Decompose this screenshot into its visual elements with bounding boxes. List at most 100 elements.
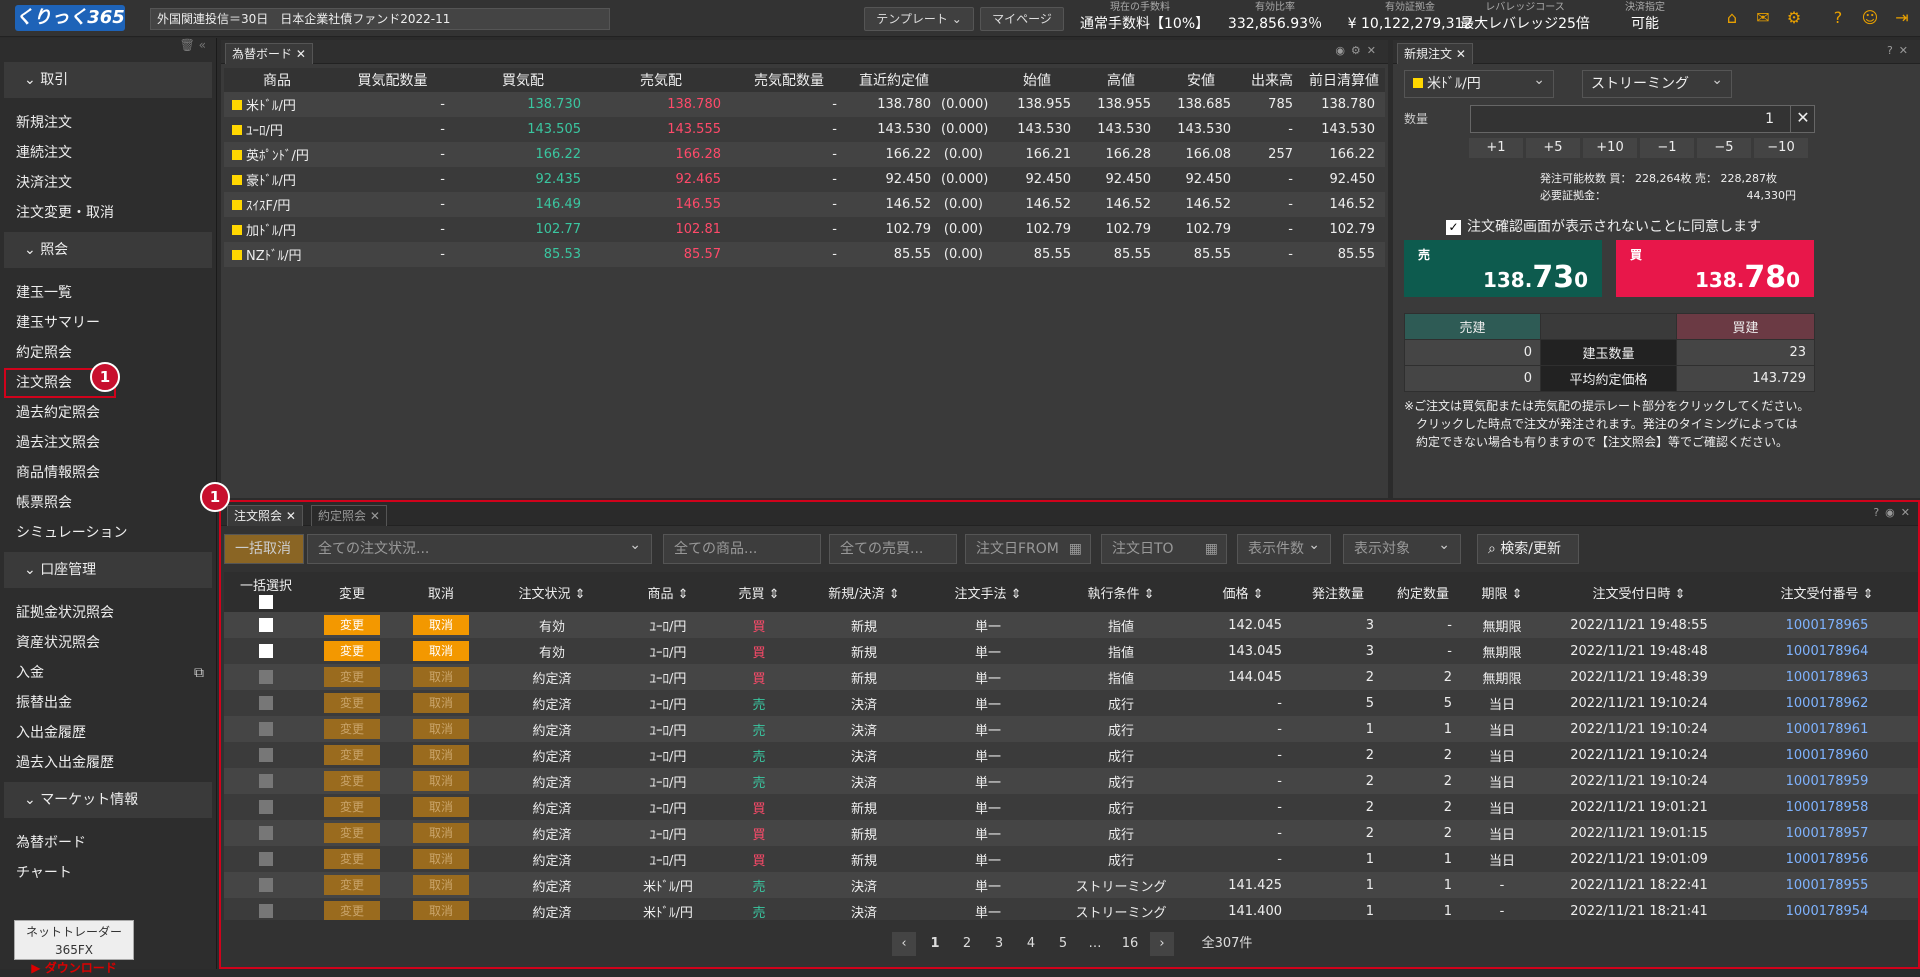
sidebar-item-new-order[interactable]: 新規注文 [0,108,216,138]
rate-row[interactable]: 豪ﾄﾞﾙ/円 -92.435 92.465-92.450 (0.000) 92.450 9… [224,167,1385,192]
change-cell[interactable]: 変更 [308,898,396,920]
sidebar-item-rate-board[interactable]: 為替ボード [0,828,216,858]
target-select[interactable]: 表示対象 [1343,531,1461,564]
order-col-header[interactable]: 価格 ⇕ [1194,572,1292,612]
tab-new-order[interactable]: 新規注文 ✕ [1397,43,1473,64]
date-to-input[interactable]: 注文日TO ▦ [1101,534,1227,564]
change-cell[interactable]: 変更 [308,690,396,716]
change-cell[interactable]: 変更 [308,638,396,664]
confirm-skip-checkbox[interactable]: ✓ 注文確認画面が表示されないことに同意します [1446,216,1761,236]
step-minus10[interactable]: −10 [1754,138,1808,158]
count-select[interactable]: 表示件数 [1237,531,1331,564]
cancel-cell[interactable]: 取消 [396,820,486,846]
page-1[interactable]: 1 [924,932,946,956]
tab-rate-board[interactable]: 為替ボード ✕ [225,43,313,64]
row-checkbox[interactable] [259,826,273,840]
home-icon[interactable]: ⌂ [1722,8,1742,28]
rate-row[interactable]: NZﾄﾞﾙ/円 -85.53 85.57-85.55 (0.00) 85.55 85.55… [224,242,1385,267]
sidebar-item-deposit[interactable]: 入金 ⧉ [0,658,216,688]
cancel-button[interactable]: 取消 [413,615,469,635]
order-col-header[interactable]: 注文受付日時 ⇕ [1542,572,1736,612]
change-button[interactable]: 変更 [324,901,380,920]
cancel-button[interactable]: 取消 [413,693,469,713]
row-checkbox[interactable] [259,644,273,658]
page-4[interactable]: 4 [1020,932,1042,956]
cancel-cell[interactable]: 取消 [396,768,486,794]
order-no[interactable]: 1000178963 [1736,664,1918,690]
order-no[interactable]: 1000178957 [1736,820,1918,846]
search-button[interactable]: ⌕ 検索/更新 [1477,534,1579,564]
sidebar-item-settle-order[interactable]: 決済注文 [0,168,216,198]
row-checkbox[interactable] [259,670,273,684]
ask-price[interactable]: 138.780 [591,92,731,117]
table-row[interactable]: 変更 取消 約定済 ﾕｰﾛ/円売決済 単一 成行 -5 5 当日 2022/11/21 19:10… [224,690,1918,716]
change-cell[interactable]: 変更 [308,742,396,768]
cancel-cell[interactable]: 取消 [396,794,486,820]
panel-icons[interactable]: ?✕ [1887,44,1914,57]
rate-row[interactable]: ﾕｰﾛ/円 -143.505 143.555-143.530 (0.000) 143.5… [224,117,1385,142]
change-cell[interactable]: 変更 [308,612,396,638]
help-icon[interactable]: ? [1828,8,1848,28]
prev-page-icon[interactable]: ‹ [892,932,916,956]
sidebar-item-past-executions[interactable]: 過去約定照会 [0,398,216,428]
product-filter[interactable]: 全ての商品... [663,534,821,564]
change-button[interactable]: 変更 [324,849,380,869]
bid-price[interactable]: 92.435 [455,167,591,192]
logout-icon[interactable]: ⇥ [1892,8,1912,28]
order-no[interactable]: 1000178959 [1736,768,1918,794]
sidebar-item-product-info[interactable]: 商品情報照会 [0,458,216,488]
sidebar-item-withdraw[interactable]: 振替出金 [0,688,216,718]
step-plus1[interactable]: +1 [1469,138,1523,158]
change-button[interactable]: 変更 [324,797,380,817]
app-logo[interactable]: くりっく365 [15,5,125,31]
cancel-cell[interactable]: 取消 [396,872,486,898]
sidebar-item-asset-status[interactable]: 資産状況照会 [0,628,216,658]
cancel-cell[interactable]: 取消 [396,612,486,638]
gear-icon[interactable]: ⚙ [1784,8,1804,28]
table-row[interactable]: 変更 取消 約定済 ﾕｰﾛ/円売決済 単一 成行 -2 2 当日 2022/11/21 19:10… [224,768,1918,794]
table-row[interactable]: 変更 取消 約定済 ﾕｰﾛ/円買新規 単一 成行 -2 2 当日 2022/11/21 19:01… [224,820,1918,846]
table-row[interactable]: 変更 取消 約定済 ﾕｰﾛ/円売決済 単一 成行 -1 1 当日 2022/11/21 19:10… [224,716,1918,742]
order-col-header[interactable]: 約定数量 [1384,572,1462,612]
step-plus10[interactable]: +10 [1583,138,1637,158]
order-col-header[interactable]: 注文受付番号 ⇕ [1736,572,1918,612]
bid-price[interactable]: 138.730 [455,92,591,117]
ask-price[interactable]: 85.57 [591,242,731,267]
order-col-header[interactable]: 期限 ⇕ [1462,572,1542,612]
bid-price[interactable]: 166.22 [455,142,591,167]
row-checkbox[interactable] [259,722,273,736]
order-no[interactable]: 1000178958 [1736,794,1918,820]
section-account[interactable]: ⌄ 口座管理 [4,552,212,588]
change-button[interactable]: 変更 [324,641,380,661]
ask-price[interactable]: 166.28 [591,142,731,167]
sidebar-item-position-summary[interactable]: 建玉サマリー [0,308,216,338]
order-col-header[interactable]: 新規/決済 ⇕ [800,572,928,612]
next-page-icon[interactable]: › [1150,932,1174,956]
user-icon[interactable]: ☺ [1860,8,1880,28]
template-button[interactable]: テンプレート ⌄ [864,7,974,31]
row-checkbox[interactable] [259,618,273,632]
table-row[interactable]: 変更 取消 有効 ﾕｰﾛ/円買新規 単一 指値 142.045 3- 無期限 2022/11/21… [224,612,1918,638]
sidebar-item-past-transfer-history[interactable]: 過去入出金履歴 [0,748,216,778]
order-no[interactable]: 1000178965 [1736,612,1918,638]
sidebar-item-margin-status[interactable]: 証拠金状況照会 [0,598,216,628]
ask-price[interactable]: 102.81 [591,217,731,242]
order-col-header[interactable]: 売買 ⇕ [718,572,800,612]
mypage-button[interactable]: マイページ [980,7,1064,31]
order-col-header[interactable]: 商品 ⇕ [618,572,718,612]
change-cell[interactable]: 変更 [308,794,396,820]
buy-button[interactable]: 買 138.780 [1616,240,1814,297]
side-filter[interactable]: 全ての売買... [829,534,957,564]
order-no[interactable]: 1000178954 [1736,898,1918,920]
cancel-button[interactable]: 取消 [413,719,469,739]
cancel-button[interactable]: 取消 [413,901,469,920]
section-market[interactable]: ⌄ マーケット情報 [4,782,212,818]
sidebar-item-simulation[interactable]: シミュレーション [0,518,216,548]
select-all-checkbox[interactable] [259,594,273,609]
row-select[interactable] [224,846,308,872]
change-cell[interactable]: 変更 [308,768,396,794]
tab-execution-inquiry[interactable]: 約定照会 ✕ [311,505,387,526]
rate-row[interactable]: ｽｲｽF/円 -146.49 146.55-146.52 (0.00) 146.52 14… [224,192,1385,217]
ask-price[interactable]: 146.55 [591,192,731,217]
change-cell[interactable]: 変更 [308,716,396,742]
